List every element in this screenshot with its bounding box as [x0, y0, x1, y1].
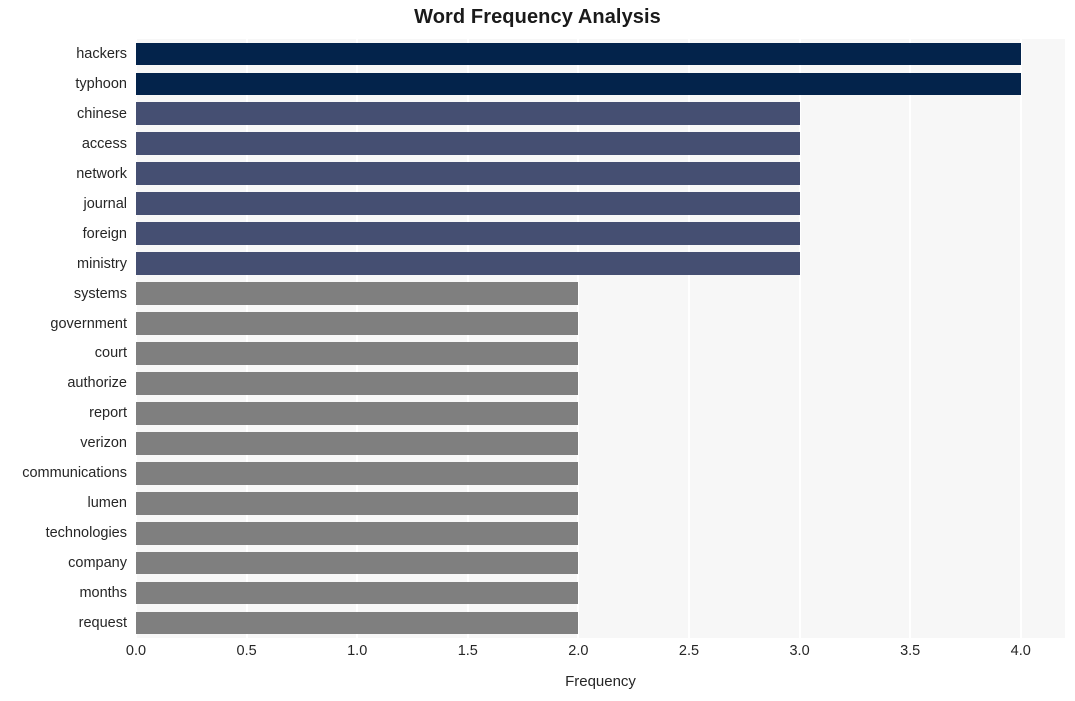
- x-tick-label: 1.5: [457, 643, 478, 659]
- bar-row: [136, 192, 1065, 216]
- y-tick-label: systems: [73, 285, 127, 302]
- bar: [136, 312, 579, 335]
- bar: [136, 132, 800, 156]
- bar-row: [136, 342, 1065, 365]
- bar-row: [136, 611, 1065, 635]
- x-tick-label: 4.0: [1010, 643, 1031, 659]
- bar: [136, 102, 800, 126]
- bar: [136, 162, 800, 186]
- x-axis-label: Frequency: [565, 673, 636, 690]
- y-axis-tick-labels: hackers typhoon chinese access network journa…: [0, 39, 136, 638]
- bar-row: [136, 252, 1065, 275]
- y-tick-label: network: [76, 165, 127, 182]
- bar: [136, 282, 579, 305]
- y-tick-label: request: [78, 615, 127, 632]
- y-tick-label: access: [81, 135, 127, 152]
- bar-row: [136, 401, 1065, 425]
- y-tick-label: company: [68, 555, 127, 572]
- bar: [136, 42, 1021, 66]
- bar-row: [136, 162, 1065, 186]
- page-title: Word Frequency Analysis: [414, 6, 661, 28]
- y-tick-label: government: [50, 315, 127, 332]
- bar: [136, 431, 579, 455]
- bar: [136, 372, 579, 395]
- bar-row: [136, 521, 1065, 545]
- bar: [136, 521, 579, 545]
- bar: [136, 551, 579, 575]
- y-tick-label: hackers: [76, 45, 127, 62]
- bar: [136, 192, 800, 216]
- bar: [136, 461, 579, 485]
- x-axis-tick-labels: 0.0 0.5 1.0 1.5 2.0 2.5 3.0 3.5 4.0: [126, 643, 1065, 667]
- y-tick-label: ministry: [77, 255, 127, 272]
- bar: [136, 72, 1021, 96]
- figure-canvas: Word Frequency Analysis hackers typhoon ch…: [0, 0, 1075, 701]
- bar: [136, 401, 579, 425]
- x-tick-label: 0.5: [236, 643, 257, 659]
- bar-row: [136, 222, 1065, 246]
- y-tick-label: report: [89, 405, 127, 422]
- y-tick-label: technologies: [45, 525, 127, 542]
- x-tick-label: 1.0: [347, 643, 368, 659]
- y-tick-label: lumen: [87, 495, 128, 512]
- bar-row: [136, 312, 1065, 335]
- y-tick-label: typhoon: [75, 75, 127, 92]
- y-tick-label: verizon: [80, 435, 127, 452]
- x-tick-label: 0.0: [125, 643, 147, 659]
- bar-row: [136, 372, 1065, 395]
- y-tick-label: months: [79, 585, 127, 602]
- bar-row: [136, 551, 1065, 575]
- y-tick-label: court: [94, 345, 127, 362]
- x-tick-label: 2.5: [678, 643, 700, 659]
- bar-row: [136, 42, 1065, 66]
- plot-area: [136, 39, 1065, 638]
- bar: [136, 342, 579, 365]
- y-tick-label: authorize: [67, 375, 127, 392]
- bar-row: [136, 491, 1065, 515]
- bar: [136, 252, 800, 275]
- x-tick-label: 3.0: [789, 643, 810, 659]
- bar: [136, 491, 579, 515]
- bar-row: [136, 72, 1065, 96]
- y-tick-label: foreign: [82, 225, 127, 242]
- bar-row: [136, 102, 1065, 126]
- y-tick-label: chinese: [77, 105, 127, 122]
- bar: [136, 581, 579, 605]
- bar-row: [136, 461, 1065, 485]
- bar-row: [136, 282, 1065, 305]
- x-tick-label: 2.0: [568, 643, 589, 659]
- x-tick-label: 3.5: [900, 643, 921, 659]
- bar: [136, 611, 579, 635]
- bar-row: [136, 581, 1065, 605]
- y-tick-label: communications: [22, 465, 127, 482]
- bar-series: [136, 39, 1065, 638]
- bar-row: [136, 132, 1065, 156]
- y-tick-label: journal: [83, 195, 127, 212]
- bar: [136, 222, 800, 246]
- bar-row: [136, 431, 1065, 455]
